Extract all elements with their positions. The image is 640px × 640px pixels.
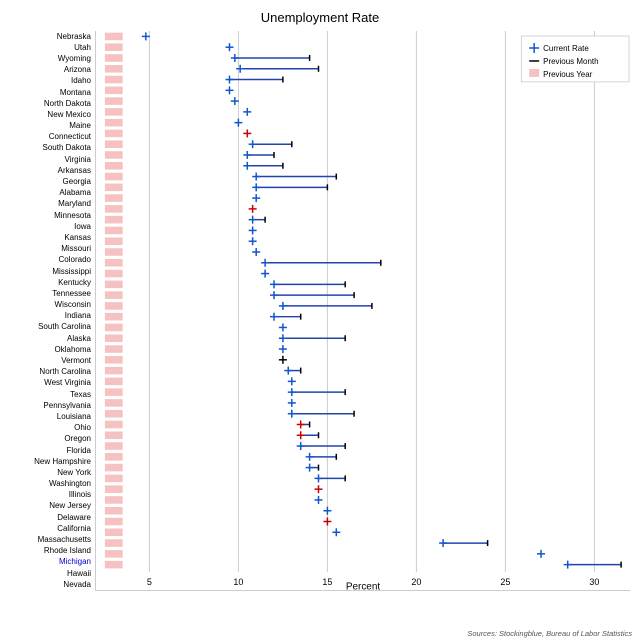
y-label: Idaho (10, 76, 91, 87)
y-label: Indiana (10, 311, 91, 322)
chart-container: Unemployment Rate NebraskaUtahWyomingAri… (0, 0, 640, 640)
y-label: Vermont (10, 356, 91, 367)
y-label: Kentucky (10, 277, 91, 288)
y-label: Montana (10, 87, 91, 98)
y-label: Nevada (10, 579, 91, 590)
y-label: Rhode Island (10, 546, 91, 557)
svg-text:30: 30 (589, 577, 599, 587)
y-label: South Carolina (10, 322, 91, 333)
svg-text:5: 5 (147, 577, 152, 587)
svg-text:25: 25 (500, 577, 510, 587)
svg-text:20: 20 (411, 577, 421, 587)
y-labels: NebraskaUtahWyomingArizonaIdahoMontanaNo… (10, 31, 95, 591)
y-label: Nebraska (10, 31, 91, 42)
y-label: Minnesota (10, 210, 91, 221)
y-label: Illinois (10, 490, 91, 501)
source-text: Sources: Stockingblue, Bureau of Labor S… (467, 629, 632, 638)
y-label: California (10, 523, 91, 534)
y-label: Georgia (10, 177, 91, 188)
y-label: North Carolina (10, 367, 91, 378)
y-label: Alabama (10, 188, 91, 199)
y-label: Delaware (10, 512, 91, 523)
svg-text:15: 15 (322, 577, 332, 587)
y-label: Maryland (10, 199, 91, 210)
y-label: New Jersey (10, 501, 91, 512)
y-label: Iowa (10, 221, 91, 232)
svg-text:Previous Month: Previous Month (543, 57, 598, 66)
y-label: Alaska (10, 333, 91, 344)
y-label: Washington (10, 479, 91, 490)
svg-text:Current Rate: Current Rate (543, 44, 589, 53)
y-label: New York (10, 467, 91, 478)
y-label: Missouri (10, 244, 91, 255)
y-label: Wisconsin (10, 300, 91, 311)
y-label: Florida (10, 445, 91, 456)
y-label: Michigan (10, 557, 91, 568)
y-label: Wyoming (10, 53, 91, 64)
y-label: Utah (10, 42, 91, 53)
y-label: Arizona (10, 65, 91, 76)
y-label: Colorado (10, 255, 91, 266)
svg-text:Percent: Percent (346, 581, 381, 590)
y-label: Oregon (10, 434, 91, 445)
y-label: North Dakota (10, 98, 91, 109)
y-label: Oklahoma (10, 344, 91, 355)
svg-text:Previous Year: Previous Year (543, 70, 593, 79)
y-label: Virginia (10, 154, 91, 165)
y-label: Kansas (10, 232, 91, 243)
chart-title: Unemployment Rate (10, 10, 630, 25)
y-label: West Virginia (10, 378, 91, 389)
svg-text:10: 10 (233, 577, 243, 587)
y-label: New Hampshire (10, 456, 91, 467)
y-label: Texas (10, 389, 91, 400)
y-label: New Mexico (10, 109, 91, 120)
y-label: Pennsylvania (10, 400, 91, 411)
plot-area: 5 10 15 20 25 30 Percent Current Rate Previous M… (95, 31, 630, 591)
y-label: Louisiana (10, 411, 91, 422)
y-label: Tennessee (10, 288, 91, 299)
y-label: Hawaii (10, 568, 91, 579)
y-label: Connecticut (10, 132, 91, 143)
y-label: Arkansas (10, 165, 91, 176)
y-label: Mississippi (10, 266, 91, 277)
y-label: South Dakota (10, 143, 91, 154)
y-label: Ohio (10, 423, 91, 434)
chart-area: NebraskaUtahWyomingArizonaIdahoMontanaNo… (10, 31, 630, 591)
y-label: Massachusetts (10, 535, 91, 546)
y-label: Maine (10, 121, 91, 132)
